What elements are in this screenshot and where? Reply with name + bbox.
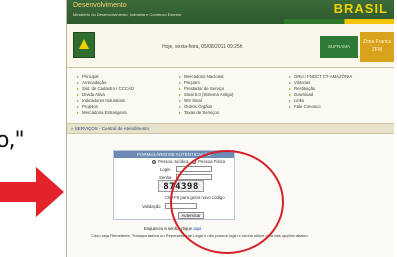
zfm-banner[interactable]: Zona Franca ZFM: [360, 32, 394, 62]
suframa-banner[interactable]: SUFRAMA: [320, 36, 358, 58]
brasil-logo[interactable]: BRASIL: [334, 1, 388, 16]
validacao-input[interactable]: [165, 203, 197, 209]
breadcrumb[interactable]: » SERVIÇOS - Central de Atendimento: [71, 126, 149, 131]
menu-column-1: Principal Arrecadação Sist. de Cadastro …: [77, 74, 134, 116]
menu-column-2: Mercadoria Nacional Pecpam Prestador de …: [179, 74, 233, 116]
government-top-bar: Desenvolvimento Ministério do Desenvolvi…: [67, 0, 394, 24]
forgot-text: Esqueceu a senha clique: [144, 226, 193, 231]
menu-item[interactable]: Mercadoria Estrangeira: [77, 110, 134, 116]
pointer-arrow-icon: [0, 167, 64, 217]
validacao-label: Validação: [142, 204, 161, 209]
ministry-name: Ministério do Desenvolvimento, Indústria…: [73, 12, 182, 17]
remetente-note: Caso seja Remetente, Transportadora ou R…: [91, 233, 309, 238]
radio-pj-label: Pessoa Jurídica: [158, 159, 189, 164]
radio-pessoa-juridica[interactable]: [152, 159, 156, 164]
main-menu: Principal Arrecadação Sist. de Cadastro …: [67, 68, 394, 124]
menu-item[interactable]: Taxas de Serviços: [179, 110, 233, 116]
zfm-line2: ZFM: [371, 47, 383, 53]
annotation-text: o,": [0, 128, 25, 153]
breadcrumb-bar: » SERVIÇOS - Central de Atendimento: [67, 124, 394, 134]
login-label: Login: [160, 167, 171, 172]
site-name[interactable]: Desenvolvimento: [73, 2, 127, 9]
captcha-hint: Ctrl+F5 para gerar novo código: [165, 195, 225, 200]
suframa-logo-icon[interactable]: [73, 32, 95, 58]
person-type-radios: Pessoa Jurídica Pessoa Física: [152, 159, 225, 164]
menu-column-3: GRU / FNDCT CT-AMAZÔNIA Vistorias Restit…: [289, 74, 352, 110]
zfm-line1: Zona Franca: [362, 39, 392, 45]
radio-pf-label: Pessoa Física: [198, 159, 226, 164]
captcha-image: 874398: [158, 180, 204, 192]
auth-form-title: FORMULÁRIO DE AUTENTICAÇÃO: [114, 151, 234, 158]
forgot-link[interactable]: aqui: [193, 226, 201, 231]
current-date: Hoje, sexta-feira, 05/08/2011 09:25h: [162, 44, 243, 50]
menu-item[interactable]: Fale Conosco: [289, 104, 352, 110]
page-header: Hoje, sexta-feira, 05/08/2011 09:25h SUF…: [67, 24, 394, 68]
login-input[interactable]: [176, 166, 212, 172]
autenticar-button[interactable]: Autenticar: [178, 212, 204, 219]
radio-pessoa-fisica[interactable]: [192, 159, 197, 164]
forgot-password: Esqueceu a senha clique aqui: [144, 226, 201, 231]
